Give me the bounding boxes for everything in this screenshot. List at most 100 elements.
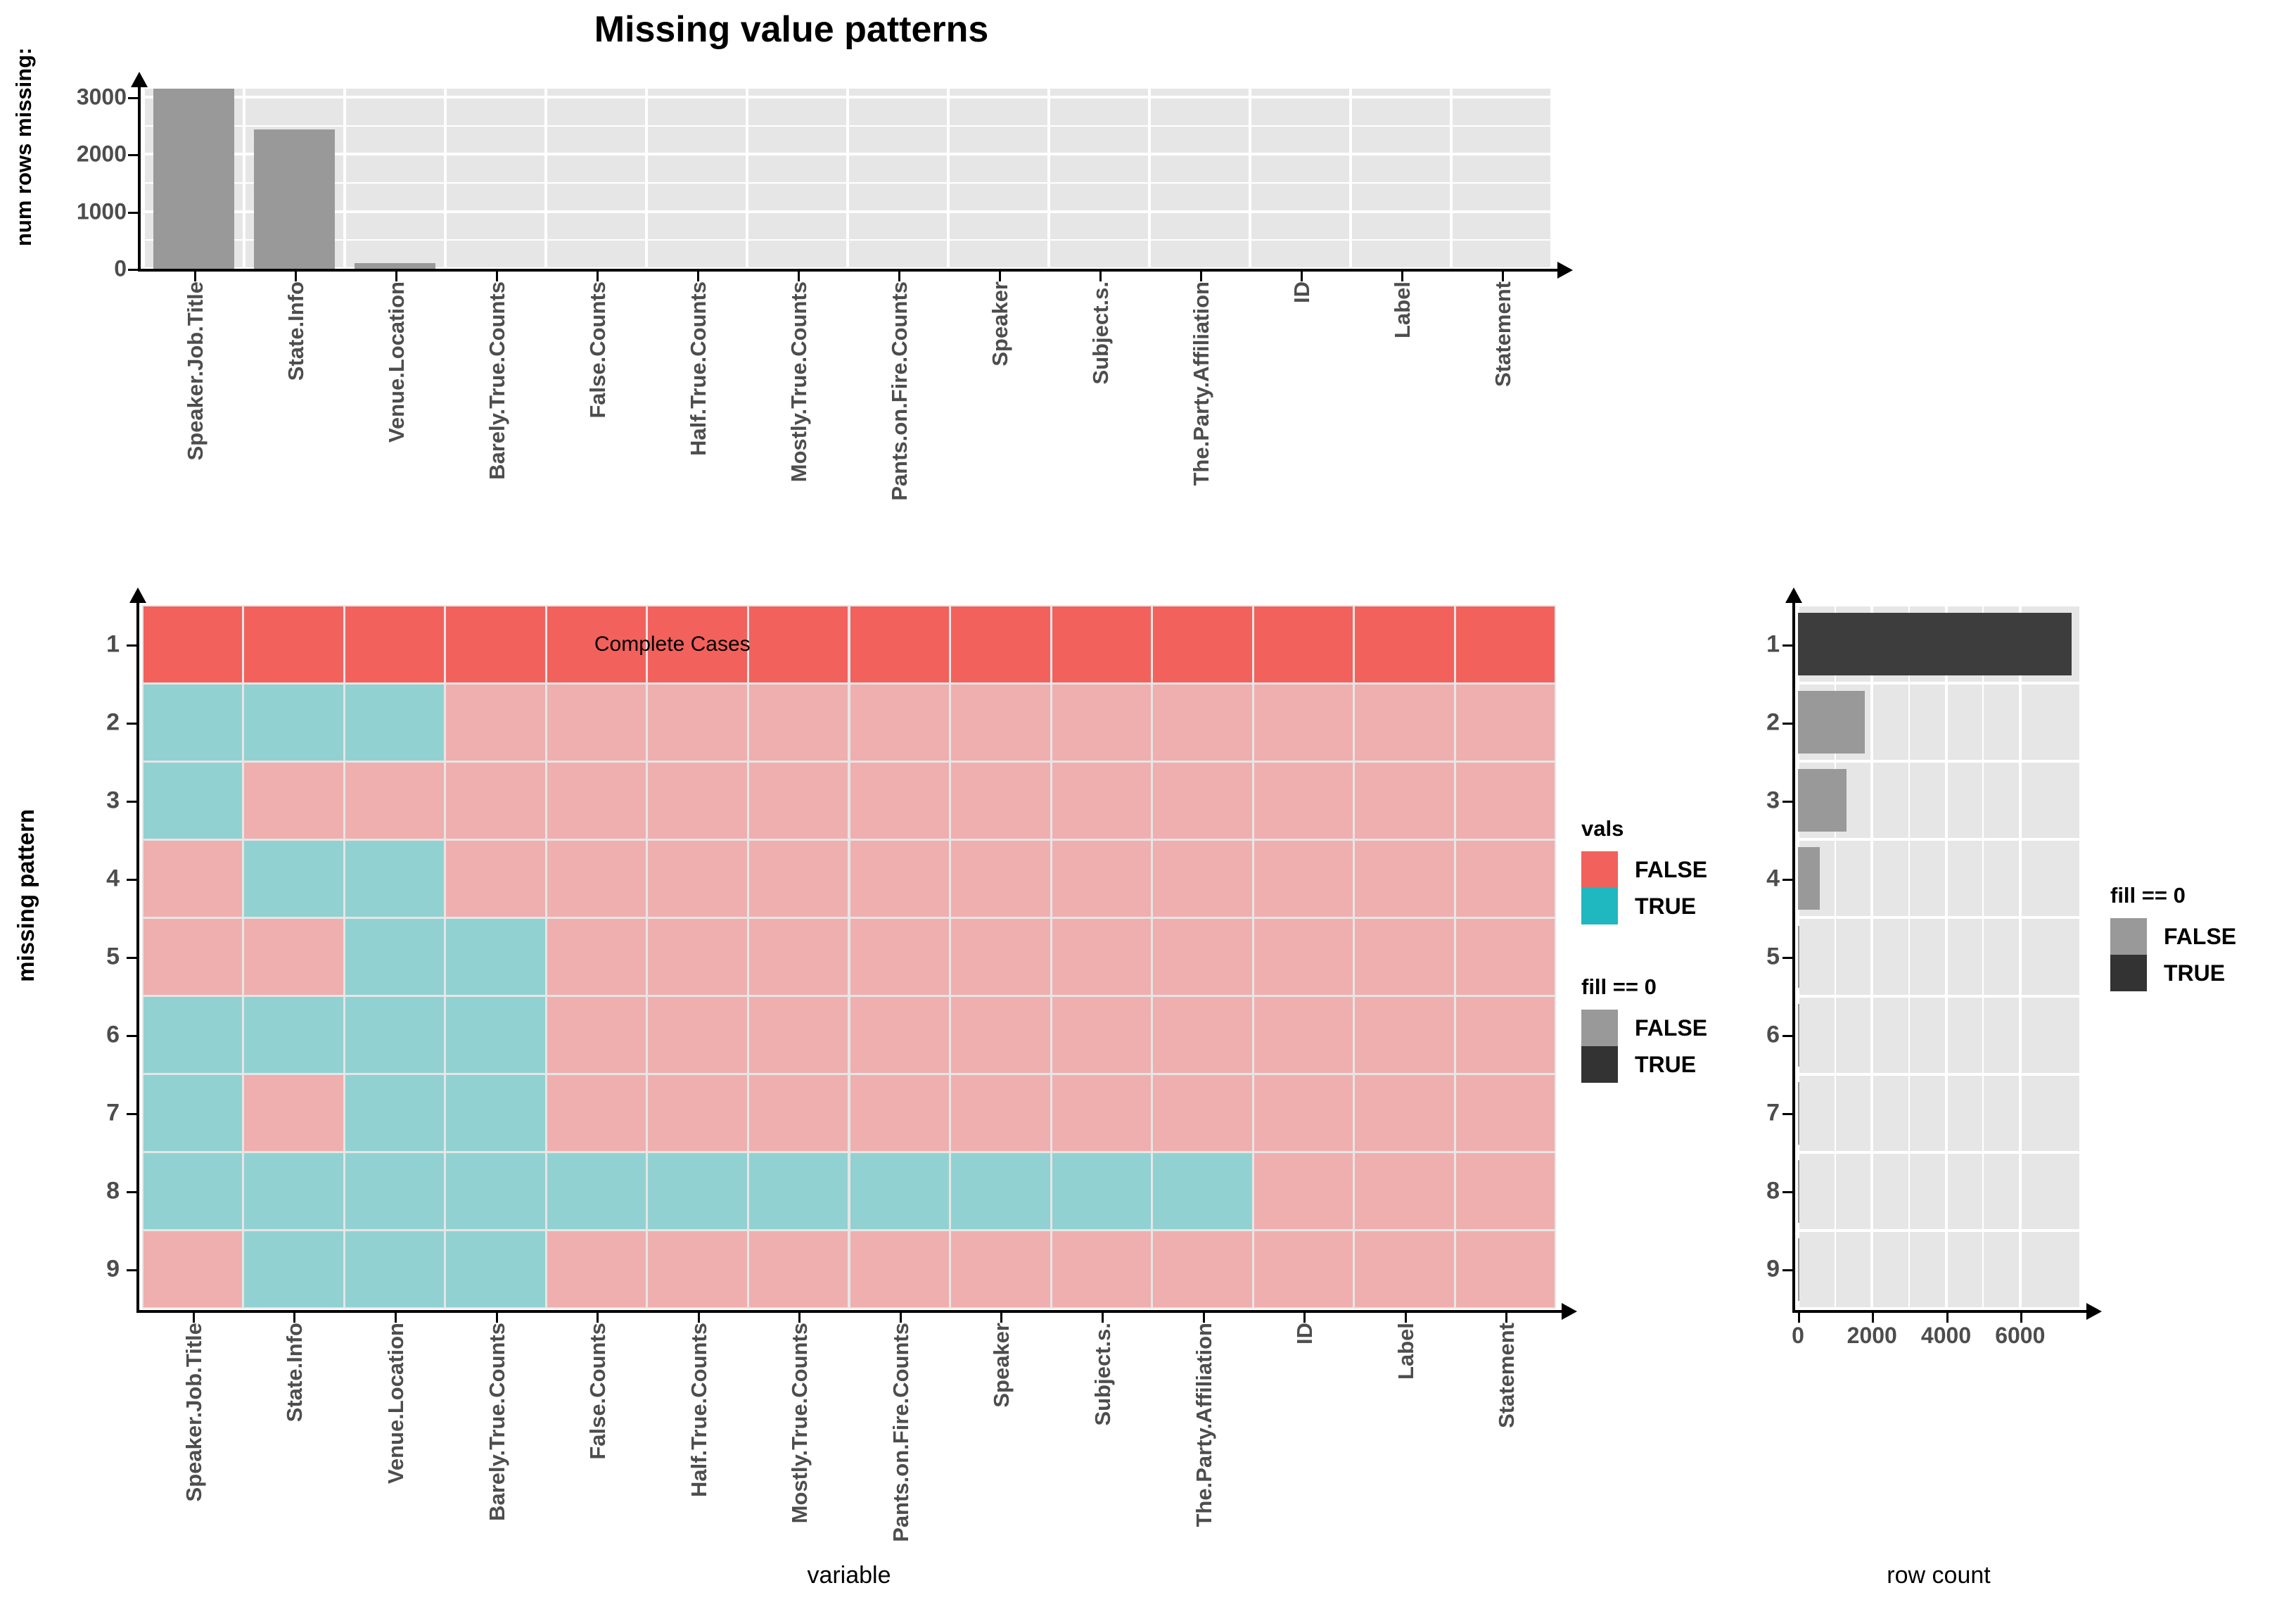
main-chart-x-tick-mark (697, 1313, 700, 1323)
main-chart-x-tick-label: The.Party.Affiliation (1191, 1323, 1216, 1527)
right-chart-x-tick-mark (1798, 1313, 1800, 1323)
heatmap-cell (446, 606, 545, 682)
heatmap-cell (951, 762, 1050, 839)
top-chart-x-tick-label: Speaker.Job.Title (182, 281, 208, 461)
top-chart-x-tick-label: Pants.on.Fire.Counts (886, 281, 912, 501)
right-chart-y-tick-mark (1782, 800, 1792, 803)
top-chart-x-tick-label: Half.True.Counts (685, 281, 710, 457)
main-chart-y-tick-mark (127, 1269, 136, 1272)
main-chart-y-tick-mark (127, 800, 136, 803)
top-chart-x-tick-mark (1401, 272, 1403, 281)
legend-fill-right-item-false[interactable]: FALSE (2110, 918, 2293, 955)
right-chart-y-tick-mark (1782, 1269, 1792, 1272)
heatmap-cell (244, 1231, 343, 1308)
heatmap-cell (648, 684, 747, 761)
right-chart-x-tick-mark (2020, 1313, 2022, 1323)
top-chart-y-tick-label: 0 (114, 255, 127, 281)
top-chart-x-tick-label: False.Counts (585, 281, 610, 419)
heatmap-cell (345, 606, 445, 682)
heatmap-cell (244, 840, 343, 917)
main-chart-x-tick-label: Half.True.Counts (686, 1323, 711, 1498)
heatmap-cell (345, 1153, 445, 1230)
main-chart-x-tick-mark (597, 1313, 599, 1323)
grid-line-vertical (1148, 89, 1151, 269)
heatmap-cell (345, 762, 445, 839)
heatmap-cell (748, 840, 848, 917)
heatmap-cell (1153, 1153, 1252, 1230)
main-chart-x-tick-label: Label (1393, 1323, 1418, 1380)
grid-line-vertical (947, 89, 950, 269)
heatmap-cell (1455, 1231, 1555, 1308)
top-chart-x-tick-mark (596, 272, 599, 281)
grid-line-vertical (1450, 89, 1453, 269)
main-chart-x-tick-mark (1000, 1313, 1003, 1323)
heatmap-cell (748, 606, 848, 682)
main-chart-x-tick-mark (899, 1313, 902, 1323)
complete-cases-annotation: Complete Cases (594, 632, 751, 656)
main-chart-y-tick-mark (127, 878, 136, 881)
heatmap-cell (850, 606, 950, 682)
heatmap-cell (1153, 840, 1252, 917)
grid-line-vertical (144, 89, 145, 269)
right-chart-x-tick-label: 0 (1792, 1323, 1804, 1348)
right-chart-y-tick-label: 3 (1766, 787, 1780, 814)
heatmap-cell (547, 918, 646, 996)
heatmap-cell (446, 762, 545, 839)
right-chart-x-axis-line (1792, 1303, 2102, 1320)
bar-row-count (1798, 1238, 1799, 1301)
legend-fill-right-swatch-false (2110, 918, 2147, 955)
main-chart-y-tick-label: 6 (106, 1021, 120, 1048)
legend-fill-right-title: fill == 0 (2110, 883, 2186, 908)
main-chart-y-tick-mark (127, 722, 136, 725)
heatmap-cell (1254, 840, 1353, 917)
heatmap-cell (1052, 1231, 1152, 1308)
main-chart-x-tick-label: Statement (1494, 1323, 1519, 1428)
heatmap-cell (446, 1075, 545, 1152)
heatmap-cell (1455, 1075, 1555, 1152)
legend-fill-right-label-true: TRUE (2164, 960, 2226, 986)
top-chart-x-tick-mark (395, 272, 397, 281)
top-chart-x-tick-label: Label (1389, 281, 1415, 338)
heatmap-cell (1455, 918, 1555, 996)
grid-line-horizontal (1798, 682, 2079, 685)
heatmap-cell (547, 1075, 646, 1152)
heatmap-cell (1355, 684, 1454, 761)
legend-fill-right-item-true[interactable]: TRUE (2110, 955, 2293, 991)
main-chart-y-tick-mark (127, 1191, 136, 1194)
heatmap-cell (648, 997, 747, 1074)
heatmap-cell (1355, 840, 1454, 917)
legend-vals-label-true: TRUE (1635, 893, 1697, 919)
top-chart-x-tick-label: Barely.True.Counts (484, 281, 509, 480)
heatmap-cell (446, 918, 545, 996)
top-chart-x-tick-label: Mostly.True.Counts (786, 281, 811, 483)
legend-fill-right-swatch-true (2110, 955, 2147, 991)
heatmap-cell (850, 840, 950, 917)
heatmap-cell (1153, 918, 1252, 996)
grid-line-horizontal (1798, 760, 2079, 763)
top-chart-x-tick-label: The.Party.Affiliation (1188, 281, 1213, 486)
heatmap-cell (143, 840, 243, 917)
heatmap-cell (1355, 762, 1454, 839)
heatmap-cell (648, 1231, 747, 1308)
bar-row-count (1798, 925, 1799, 989)
grid-line-vertical (243, 89, 245, 269)
right-chart-y-tick-mark (1782, 1113, 1792, 1116)
main-chart-y-tick-mark (127, 644, 136, 647)
heatmap-cell (1254, 997, 1353, 1074)
heatmap-cell (1254, 606, 1353, 682)
missing-pattern-heatmap: Complete Cases (142, 605, 1556, 1309)
right-chart-y-tick-label: 8 (1766, 1177, 1780, 1204)
heatmap-cell (850, 997, 950, 1074)
right-chart-y-tick-label: 2 (1766, 708, 1780, 736)
right-chart-y-tick-mark (1782, 722, 1792, 725)
legend-vals-swatch-true (1581, 888, 1618, 924)
main-chart-x-axis-line (136, 1303, 1577, 1320)
right-chart-y-tick-label: 9 (1766, 1255, 1780, 1283)
heatmap-cell (1455, 1153, 1555, 1230)
right-chart-x-tick-mark (1872, 1313, 1875, 1323)
legend-vals-swatch-false (1581, 851, 1618, 888)
top-chart-y-axis-line (131, 72, 148, 270)
top-chart-x-tick-mark (1099, 272, 1102, 281)
heatmap-cell (345, 918, 445, 996)
heatmap-cell (951, 1075, 1050, 1152)
